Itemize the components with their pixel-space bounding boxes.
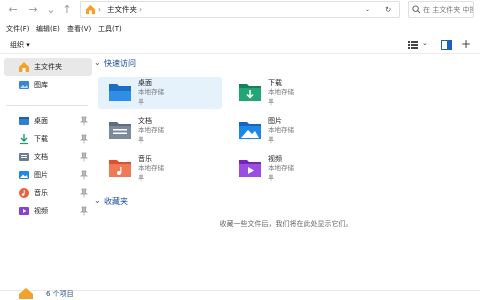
home-icon: [19, 288, 33, 299]
sidebar-item-label: 桌面: [34, 117, 48, 125]
sidebar-item-label: 音乐: [34, 189, 48, 197]
pin-icon: [268, 136, 274, 144]
tile-subtitle: 本地存储: [138, 88, 164, 96]
search-input[interactable]: [423, 2, 473, 17]
menu-bar: 文件(F) 编辑(E) 查看(V) 工具(T): [0, 22, 480, 36]
pin-icon: [80, 152, 88, 162]
pictures-icon: [19, 171, 29, 179]
videos-icon: [19, 207, 29, 215]
menu-tools[interactable]: 工具(T): [98, 22, 122, 36]
back-arrow-icon[interactable]: ←: [6, 3, 20, 17]
pin-icon: [138, 98, 144, 106]
music-icon: [19, 188, 29, 198]
home-icon: [85, 4, 96, 15]
status-bar: 6 个项目: [0, 288, 480, 300]
documents-icon: [19, 153, 29, 161]
menu-edit[interactable]: 编辑(E): [36, 22, 60, 36]
pictures-folder-icon: [239, 122, 261, 139]
downloads-icon: [20, 134, 28, 145]
favorites-empty-message: 收藏一些文件后，我们将在此处显示它们。: [219, 220, 353, 228]
search-icon: [412, 5, 421, 14]
tile-name: 下载: [268, 79, 282, 87]
sidebar-item-label: 视频: [34, 207, 48, 215]
chevron-down-icon[interactable]: ⌄: [44, 3, 58, 17]
item-count: 6 个项目: [46, 290, 74, 298]
toolbar: 组织 ▾ ⌄ +: [0, 36, 480, 54]
tile-desktop[interactable]: 桌面 本地存储: [98, 77, 222, 109]
view-dropdown-icon[interactable]: ⌄: [422, 39, 428, 47]
file-explorer-window: ← → ⌄ ↑ › 主文件夹 › ⌄ ↻ 文件(F) 编辑(E) 查看(V): [0, 0, 480, 300]
tile-subtitle: 本地存储: [268, 88, 294, 96]
favorites-heading[interactable]: 收藏夹: [104, 196, 128, 208]
tile-name: 文档: [138, 117, 152, 125]
quick-access-heading[interactable]: 快速访问: [104, 58, 136, 70]
menu-file[interactable]: 文件(F): [6, 22, 30, 36]
documents-folder-icon: [109, 122, 131, 139]
sidebar-item-desktop[interactable]: 桌面: [4, 112, 92, 130]
pin-icon: [80, 206, 88, 216]
tile-subtitle: 本地存储: [268, 126, 294, 134]
search-box[interactable]: [408, 1, 474, 18]
favorites-collapse-chevron-icon[interactable]: ⌄: [94, 196, 101, 205]
up-arrow-icon[interactable]: ↑: [60, 3, 74, 17]
videos-folder-icon: [239, 160, 261, 177]
downloads-folder-icon: [239, 84, 261, 101]
pin-icon: [138, 174, 144, 182]
pin-icon: [80, 134, 88, 144]
tile-name: 桌面: [138, 79, 152, 87]
breadcrumb-home[interactable]: 主文件夹: [107, 2, 137, 17]
view-options-icon[interactable]: [408, 40, 418, 50]
tile-music[interactable]: 音乐 本地存储: [98, 153, 222, 185]
breadcrumb-separator-end: ›: [139, 5, 142, 14]
pin-icon: [80, 188, 88, 198]
sidebar-item-pictures[interactable]: 图片: [4, 166, 92, 184]
pin-icon: [80, 116, 88, 126]
navigation-pane: 主文件夹 图库 桌面 下载 文档 图片 音乐 视频: [0, 55, 92, 290]
tile-videos[interactable]: 视频 本地存储: [228, 153, 352, 185]
content-pane: ⌄ 快速访问 桌面 本地存储 下载 本地存储 文档 本地存储 图片 本地存储 音…: [92, 55, 480, 290]
sidebar-item-label: 主文件夹: [34, 63, 62, 71]
new-item-icon[interactable]: +: [461, 36, 471, 52]
sidebar-item-label: 图片: [34, 171, 48, 179]
sidebar-item-label: 文档: [34, 153, 48, 161]
forward-arrow-icon[interactable]: →: [26, 3, 40, 17]
tile-subtitle: 本地存储: [268, 164, 294, 172]
tile-name: 图片: [268, 117, 282, 125]
gallery-icon: [19, 81, 29, 89]
pin-icon: [80, 170, 88, 180]
desktop-icon: [19, 117, 29, 125]
tile-pictures[interactable]: 图片 本地存储: [228, 115, 352, 147]
breadcrumb-separator: ›: [98, 5, 101, 14]
tile-name: 音乐: [138, 155, 152, 163]
preview-pane-icon[interactable]: [441, 40, 452, 50]
sidebar-item-music[interactable]: 音乐: [4, 184, 92, 202]
desktop-folder-icon: [109, 84, 131, 101]
sidebar-item-downloads[interactable]: 下载: [4, 130, 92, 148]
pin-icon: [268, 174, 274, 182]
home-icon: [19, 62, 29, 72]
tile-name: 视频: [268, 155, 282, 163]
tile-subtitle: 本地存储: [138, 164, 164, 172]
sidebar-item-documents[interactable]: 文档: [4, 148, 92, 166]
tile-subtitle: 本地存储: [138, 126, 164, 134]
address-dropdown-icon[interactable]: ⌄: [365, 2, 370, 17]
address-row: ← → ⌄ ↑ › 主文件夹 › ⌄ ↻: [0, 0, 480, 20]
sidebar-item-gallery[interactable]: 图库: [4, 76, 92, 94]
pin-icon: [268, 98, 274, 106]
quick-access-collapse-chevron-icon[interactable]: ⌄: [94, 58, 101, 67]
address-bar[interactable]: › 主文件夹 › ⌄ ↻: [80, 1, 400, 18]
music-folder-icon: [109, 160, 131, 177]
sidebar-item-label: 下载: [34, 135, 48, 143]
organize-button[interactable]: 组织 ▾: [10, 39, 30, 51]
refresh-icon[interactable]: ↻: [385, 2, 391, 17]
menu-view[interactable]: 查看(V): [67, 22, 91, 36]
sidebar-item-videos[interactable]: 视频: [4, 202, 92, 220]
sidebar-divider: [6, 105, 88, 106]
pin-icon: [138, 136, 144, 144]
tile-documents[interactable]: 文档 本地存储: [98, 115, 222, 147]
sidebar-item-home[interactable]: 主文件夹: [4, 58, 92, 76]
tile-downloads[interactable]: 下载 本地存储: [228, 77, 352, 109]
sidebar-item-label: 图库: [34, 81, 48, 89]
